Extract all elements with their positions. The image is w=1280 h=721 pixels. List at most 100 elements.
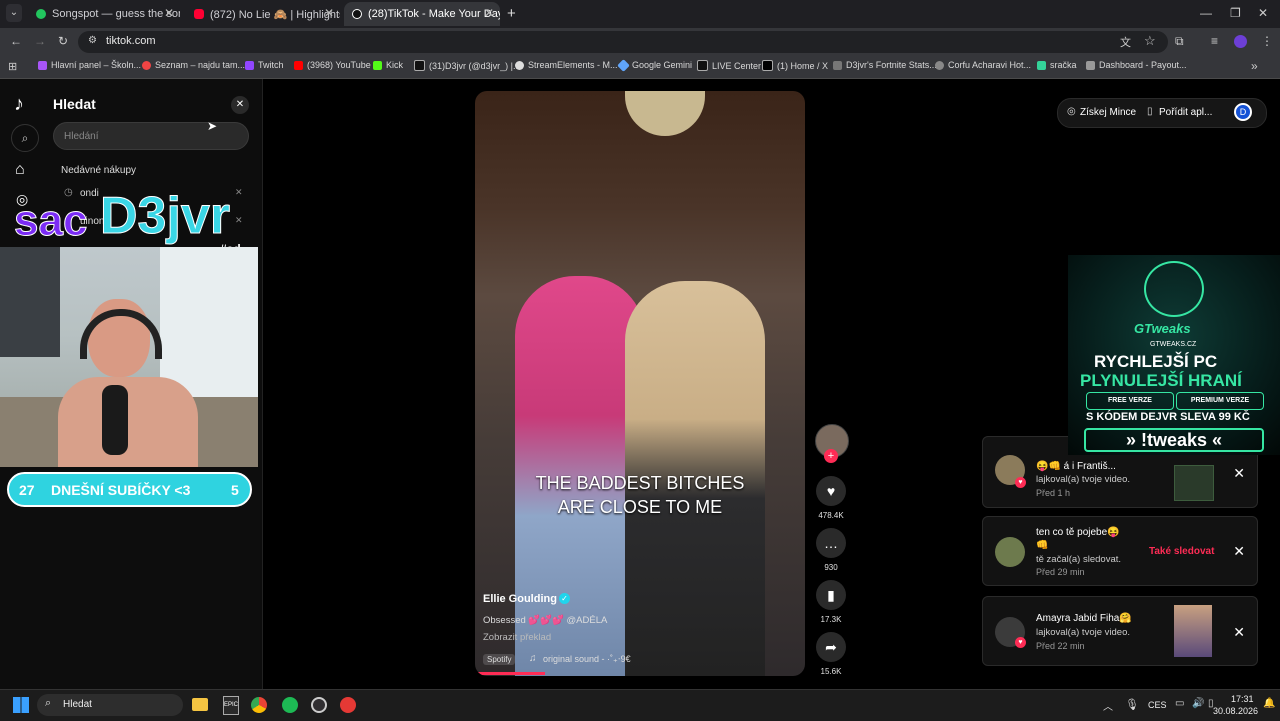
- more-bookmarks-icon[interactable]: »: [1251, 59, 1258, 73]
- remove-history-icon[interactable]: ✕: [235, 187, 243, 198]
- x-icon: [762, 60, 773, 71]
- bookmark-item[interactable]: StreamElements - M...: [515, 60, 618, 70]
- site-info-icon[interactable]: ⚙: [88, 35, 97, 46]
- follow-plus-icon[interactable]: +: [824, 449, 838, 463]
- streaming-app-icon[interactable]: [340, 697, 356, 713]
- bookmark-item[interactable]: (3968) YouTube: [294, 60, 371, 70]
- get-coins-button[interactable]: Získej Mince: [1080, 107, 1136, 118]
- stream-name-right: D3jvr: [99, 187, 231, 246]
- kick-icon: [373, 60, 382, 70]
- search-icon[interactable]: ⌕: [11, 124, 39, 152]
- chrome-icon[interactable]: [251, 697, 267, 713]
- translate-link[interactable]: Zobrazit překlad: [483, 632, 551, 643]
- close-tab-icon[interactable]: ✕: [164, 6, 174, 20]
- tab-youtube[interactable]: (872) No Lie 🙈 | Highlights #9 ✕: [186, 2, 340, 26]
- notification-avatar: [995, 537, 1025, 567]
- mic-tray-icon[interactable]: 🎙: [1125, 698, 1139, 711]
- windows-start-icon[interactable]: [13, 697, 29, 713]
- bookmark-item[interactable]: D3jvr's Fortnite Stats...: [833, 60, 937, 70]
- recent-purchases-label[interactable]: Nedávné nákupy: [61, 165, 136, 176]
- save-icon[interactable]: ▮: [816, 580, 846, 610]
- bookmark-item[interactable]: Google Gemini: [617, 58, 692, 72]
- bookmark-item[interactable]: Corfu Acharavi Hot...: [935, 60, 1031, 70]
- menu-icon[interactable]: ⋮: [1261, 34, 1273, 48]
- tiktok-logo-icon[interactable]: ♪: [14, 93, 24, 116]
- video-thumbnail[interactable]: [1174, 605, 1212, 657]
- translate-icon[interactable]: 文: [1120, 34, 1131, 50]
- back-icon[interactable]: ←: [10, 34, 22, 48]
- close-tab-icon[interactable]: ✕: [324, 6, 334, 20]
- apps-grid-icon[interactable]: ⊞: [8, 60, 17, 73]
- spotify-tag[interactable]: Spotify: [483, 654, 516, 665]
- volume-icon[interactable]: 🔊: [1192, 698, 1204, 709]
- clock-time[interactable]: 17:31: [1231, 694, 1254, 704]
- bookmark-item[interactable]: (1) Home / X: [762, 60, 828, 71]
- tab-search-chevron-icon[interactable]: ⌄: [6, 4, 22, 22]
- dismiss-notification-icon[interactable]: ✕: [1233, 624, 1245, 641]
- notification-text: lajkoval(a) tvoje video.: [1036, 474, 1130, 485]
- bookmark-star-icon[interactable]: ☆: [1144, 33, 1156, 49]
- bookmark-item[interactable]: sračka: [1037, 60, 1077, 70]
- bookmarks-bar: ⊞ Hlavní panel – Školn... Seznam – najdu…: [0, 56, 1280, 79]
- comment-icon[interactable]: …: [816, 528, 846, 558]
- home-icon[interactable]: ⌂: [15, 161, 25, 179]
- forward-icon[interactable]: →: [34, 34, 46, 48]
- chandelier: [625, 91, 705, 136]
- media-icon[interactable]: ≡: [1211, 34, 1218, 48]
- profile-avatar[interactable]: [1234, 35, 1247, 48]
- notification-card[interactable]: ten co tě pojebe😝 👊 tě začal(a) sledovat…: [982, 516, 1258, 586]
- bookmark-item[interactable]: Hlavní panel – Školn...: [38, 60, 141, 70]
- sound-name[interactable]: original sound - ·˚₊‧9€: [543, 654, 631, 665]
- epic-games-icon[interactable]: EPIC: [223, 696, 239, 715]
- taskbar-search[interactable]: ⌕ Hledat: [37, 694, 183, 716]
- ad-command: » !tweaks «: [1084, 428, 1264, 452]
- minimize-icon[interactable]: —: [1200, 6, 1212, 20]
- subs-left-count: 27: [19, 482, 35, 498]
- obs-icon[interactable]: [311, 697, 327, 713]
- maximize-icon[interactable]: ❐: [1230, 6, 1241, 20]
- dismiss-notification-icon[interactable]: ✕: [1233, 465, 1245, 482]
- close-tab-icon[interactable]: ✕: [484, 6, 494, 20]
- get-app-button[interactable]: Pořídit apl...: [1159, 107, 1212, 118]
- bookmark-item[interactable]: LIVE Center: [697, 60, 761, 71]
- share-icon[interactable]: ➦: [816, 632, 846, 662]
- bookmark-item[interactable]: (31)D3jvr (@d3jvr_) |...: [414, 60, 521, 71]
- bookmark-item[interactable]: Kick: [373, 60, 403, 70]
- notification-text: lajkoval(a) tvoje video.: [1036, 627, 1130, 638]
- video-author[interactable]: Ellie Goulding: [483, 593, 557, 605]
- tab-songspot[interactable]: Songspot — guess the song ✕: [28, 2, 180, 26]
- input-language[interactable]: CES: [1148, 700, 1167, 710]
- microphone: [102, 385, 128, 455]
- tab-tiktok[interactable]: (28)TikTok - Make Your Day ✕: [344, 2, 500, 26]
- video-progress[interactable]: [475, 672, 545, 675]
- window-close-icon[interactable]: ✕: [1258, 6, 1268, 20]
- file-explorer-icon[interactable]: [192, 698, 208, 711]
- new-tab-button[interactable]: +: [507, 5, 516, 22]
- dismiss-notification-icon[interactable]: ✕: [1233, 543, 1245, 560]
- bookmark-item[interactable]: Dashboard - Payout...: [1086, 60, 1187, 70]
- notification-card[interactable]: ♥ Amayra Jabid Fiha🤗 lajkoval(a) tvoje v…: [982, 596, 1258, 666]
- like-icon[interactable]: ♥: [816, 476, 846, 506]
- close-search-button[interactable]: ✕: [231, 96, 249, 114]
- comment-count: 930: [824, 563, 838, 572]
- address-bar[interactable]: ⚙ tiktok.com 文 ☆: [78, 31, 1168, 53]
- clock-date[interactable]: 30.08.2026: [1213, 706, 1258, 716]
- follow-back-button[interactable]: Také sledovat: [1149, 546, 1214, 557]
- bookmark-item[interactable]: Twitch: [245, 60, 284, 70]
- reload-icon[interactable]: ↻: [58, 34, 68, 48]
- extensions-icon[interactable]: ⧉: [1175, 34, 1184, 49]
- search-input[interactable]: [53, 122, 249, 150]
- tray-chevron-icon[interactable]: ︿: [1103, 698, 1113, 713]
- bookmark-item[interactable]: Seznam – najdu tam...: [142, 60, 245, 70]
- profile-badge-icon[interactable]: D: [1234, 103, 1252, 121]
- remove-history-icon[interactable]: ✕: [235, 215, 243, 226]
- video-thumbnail[interactable]: [1174, 465, 1214, 501]
- video-player[interactable]: THE BADDEST BITCHES ARE CLOSE TO ME Elli…: [475, 91, 805, 676]
- heart-badge-icon: ♥: [1015, 637, 1026, 648]
- network-icon[interactable]: ▭: [1175, 698, 1184, 709]
- notification-bell-icon[interactable]: 🔔: [1263, 698, 1275, 709]
- gemini-icon: [617, 58, 630, 72]
- spotify-icon[interactable]: [282, 697, 298, 713]
- bookmark-icon: [38, 60, 47, 70]
- subs-label: DNEŠNÍ SUBÍČKY <3: [51, 482, 191, 498]
